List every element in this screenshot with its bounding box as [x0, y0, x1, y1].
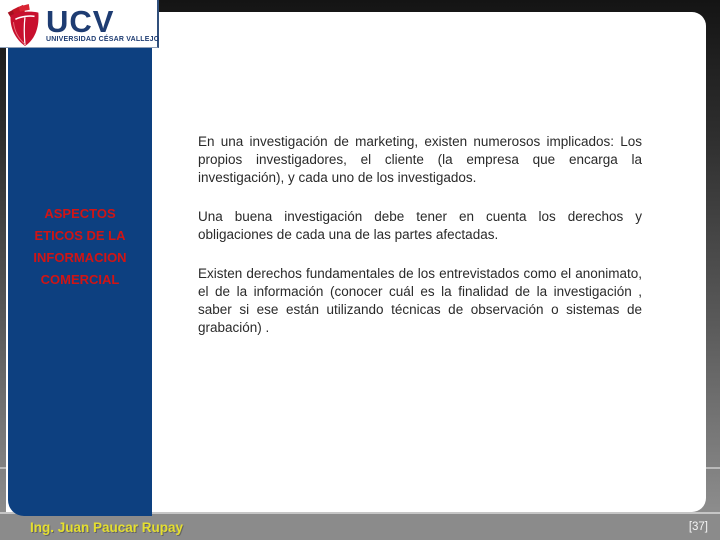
body-paragraph: Una buena investigación debe tener en cu…: [198, 209, 642, 242]
body-paragraph: En una investigación de marketing, exist…: [198, 134, 642, 185]
page-number: [37]: [688, 521, 708, 533]
ucv-shield-icon: [7, 3, 39, 46]
footer-author: Ing. Juan Paucar Rupay: [30, 519, 184, 535]
slide-canvas: En una investigación de marketing, exist…: [0, 0, 720, 540]
footer-bar: Ing. Juan Paucar Rupay [37]: [0, 512, 720, 540]
logo-acronym: UCV: [46, 3, 115, 39]
logo-university-name: UNIVERSIDAD CÉSAR VALLEJO: [46, 35, 160, 43]
sidebar-panel: ASPECTOS ETICOS DE LA INFORMACION COMERC…: [8, 48, 152, 516]
slide-body-text: En una investigación de marketing, exist…: [198, 133, 642, 358]
logo-text-block: UCV UNIVERSIDAD CÉSAR VALLEJO: [46, 3, 160, 43]
slide-title: ASPECTOS ETICOS DE LA INFORMACION COMERC…: [33, 206, 127, 287]
university-logo: UCV UNIVERSIDAD CÉSAR VALLEJO: [0, 0, 159, 48]
body-paragraph: Existen derechos fundamentales de los en…: [198, 266, 642, 335]
